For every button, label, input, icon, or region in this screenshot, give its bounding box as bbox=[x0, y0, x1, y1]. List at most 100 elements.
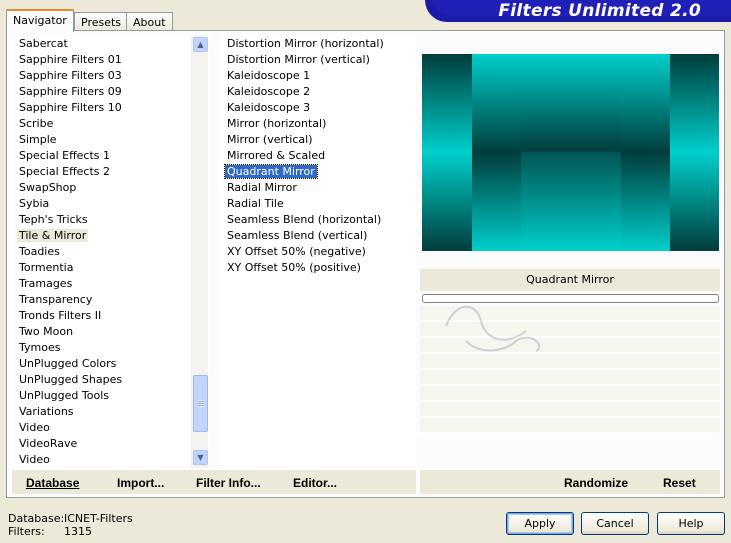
list-item[interactable]: Scribe bbox=[12, 116, 210, 132]
reset-button[interactable]: Reset bbox=[663, 476, 696, 490]
list-item[interactable]: Radial Mirror bbox=[220, 180, 416, 196]
list-item[interactable]: Distortion Mirror (horizontal) bbox=[220, 36, 416, 52]
list-item-label: Special Effects 2 bbox=[19, 165, 111, 178]
list-item[interactable]: Sapphire Filters 01 bbox=[12, 52, 210, 68]
list-item-label: Simple bbox=[19, 133, 57, 146]
list-item[interactable]: Sybia bbox=[12, 196, 210, 212]
list-item[interactable]: UnPlugged Tools bbox=[12, 388, 210, 404]
list-item[interactable]: Tile & Mirror bbox=[12, 228, 210, 244]
list-item[interactable]: Tramages bbox=[12, 276, 210, 292]
list-item-label: Toadies bbox=[19, 245, 60, 258]
app-title: Filters Unlimited 2.0 bbox=[498, 1, 701, 21]
list-item-label: Transparency bbox=[19, 293, 93, 306]
list-item[interactable]: VideoRave bbox=[12, 436, 210, 452]
list-item[interactable]: XY Offset 50% (positive) bbox=[220, 260, 416, 276]
list-item-label: Kaleidoscope 1 bbox=[227, 69, 311, 82]
category-list[interactable]: Sabercat Sapphire Filters 01 Sapphire Filt… bbox=[12, 36, 210, 468]
list-item[interactable]: XY Offset 50% (negative) bbox=[220, 244, 416, 260]
list-item[interactable]: Seamless Blend (horizontal) bbox=[220, 212, 416, 228]
list-item[interactable]: Special Effects 2 bbox=[12, 164, 210, 180]
editor-button[interactable]: Editor... bbox=[293, 476, 337, 490]
list-item[interactable]: Kaleidoscope 2 bbox=[220, 84, 416, 100]
list-item-label: Tymoes bbox=[19, 341, 61, 354]
list-item-label: Kaleidoscope 3 bbox=[227, 101, 311, 114]
list-item[interactable]: Seamless Blend (vertical) bbox=[220, 228, 416, 244]
list-item-label: Scribe bbox=[19, 117, 54, 130]
list-item-label: XY Offset 50% (negative) bbox=[227, 245, 366, 258]
list-item-label: SwapShop bbox=[19, 181, 77, 194]
preview-strip bbox=[521, 54, 621, 251]
list-item-label: Seamless Blend (horizontal) bbox=[227, 213, 382, 226]
scroll-thumb[interactable] bbox=[193, 375, 208, 432]
list-item[interactable]: Kaleidoscope 3 bbox=[220, 100, 416, 116]
filter-info-button[interactable]: Filter Info... bbox=[196, 476, 261, 490]
list-item[interactable]: Tormentia bbox=[12, 260, 210, 276]
list-item[interactable]: Mirror (vertical) bbox=[220, 132, 416, 148]
list-item-label: Sapphire Filters 03 bbox=[19, 69, 122, 82]
list-item[interactable]: Tronds Filters II bbox=[12, 308, 210, 324]
list-item[interactable]: Teph's Tricks bbox=[12, 212, 210, 228]
list-item-label: Sybia bbox=[19, 197, 50, 210]
list-item-label: Tramages bbox=[19, 277, 73, 290]
list-item[interactable]: SwapShop bbox=[12, 180, 210, 196]
list-item[interactable]: Radial Tile bbox=[220, 196, 416, 212]
list-item-label: Teph's Tricks bbox=[19, 213, 88, 226]
scroll-up-icon[interactable]: ▲ bbox=[193, 37, 208, 52]
list-item-label: Radial Tile bbox=[227, 197, 284, 210]
category-scrollbar[interactable]: ▲ ▼ bbox=[191, 36, 208, 468]
list-item-label: Sapphire Filters 01 bbox=[19, 53, 122, 66]
list-item-label: VideoRave bbox=[19, 437, 78, 450]
list-item[interactable]: Transparency bbox=[12, 292, 210, 308]
list-item[interactable]: UnPlugged Colors bbox=[12, 356, 210, 372]
list-item-label: Mirrored & Scaled bbox=[227, 149, 326, 162]
list-item-label: Quadrant Mirror bbox=[224, 164, 318, 179]
list-item-label: Distortion Mirror (horizontal) bbox=[227, 37, 384, 50]
list-item-label: Variations bbox=[19, 405, 74, 418]
status-database: Database:ICNET-Filters bbox=[8, 512, 133, 525]
list-item[interactable]: Toadies bbox=[12, 244, 210, 260]
grip-icon bbox=[198, 400, 204, 407]
list-item-label: Video bbox=[19, 453, 50, 466]
list-item[interactable]: Mirrored & Scaled bbox=[220, 148, 416, 164]
list-item-label: Video bbox=[19, 421, 50, 434]
list-item[interactable]: Special Effects 1 bbox=[12, 148, 210, 164]
cancel-button[interactable]: Cancel bbox=[581, 512, 649, 535]
preview-strip bbox=[472, 54, 521, 251]
randomize-button[interactable]: Randomize bbox=[564, 476, 628, 490]
list-item[interactable]: Sapphire Filters 09 bbox=[12, 84, 210, 100]
list-item[interactable]: Sabercat bbox=[12, 36, 210, 52]
status-filters: Filters: 1315 bbox=[8, 525, 92, 538]
list-item[interactable]: Sapphire Filters 10 bbox=[12, 100, 210, 116]
filter-list[interactable]: Distortion Mirror (horizontal) Distortion… bbox=[220, 36, 416, 468]
list-toolbar: Database Import... Filter Info... Editor… bbox=[12, 470, 416, 494]
tab-presets[interactable]: Presets bbox=[74, 12, 129, 31]
list-item[interactable]: Video bbox=[12, 420, 210, 436]
apply-button[interactable]: Apply bbox=[506, 512, 574, 535]
list-item[interactable]: Simple bbox=[12, 132, 210, 148]
scroll-down-icon[interactable]: ▼ bbox=[193, 450, 208, 465]
help-button[interactable]: Help bbox=[657, 512, 725, 535]
database-button[interactable]: Database bbox=[26, 476, 79, 490]
list-item[interactable]: UnPlugged Shapes bbox=[12, 372, 210, 388]
list-item[interactable]: Two Moon bbox=[12, 324, 210, 340]
list-item-label: XY Offset 50% (positive) bbox=[227, 261, 361, 274]
tab-navigator[interactable]: Navigator bbox=[6, 9, 74, 32]
list-item[interactable]: Mirror (horizontal) bbox=[220, 116, 416, 132]
list-item[interactable]: Distortion Mirror (vertical) bbox=[220, 52, 416, 68]
list-item[interactable]: Kaleidoscope 1 bbox=[220, 68, 416, 84]
preview-strip bbox=[422, 54, 472, 251]
list-item[interactable]: Video bbox=[12, 452, 210, 468]
tab-about[interactable]: About bbox=[126, 12, 173, 31]
list-item-label: Kaleidoscope 2 bbox=[227, 85, 311, 98]
preview-strip bbox=[621, 54, 670, 251]
list-item-label: Mirror (vertical) bbox=[227, 133, 313, 146]
list-item[interactable]: Tymoes bbox=[12, 340, 210, 356]
list-item[interactable]: Sapphire Filters 03 bbox=[12, 68, 210, 84]
filter-title: Quadrant Mirror bbox=[420, 269, 720, 291]
list-item[interactable]: Quadrant Mirror bbox=[220, 164, 416, 180]
preview-image bbox=[422, 54, 719, 251]
list-item[interactable]: Variations bbox=[12, 404, 210, 420]
import-button[interactable]: Import... bbox=[117, 476, 164, 490]
list-item-label: Sapphire Filters 10 bbox=[19, 101, 122, 114]
list-item-label: Seamless Blend (vertical) bbox=[227, 229, 368, 242]
